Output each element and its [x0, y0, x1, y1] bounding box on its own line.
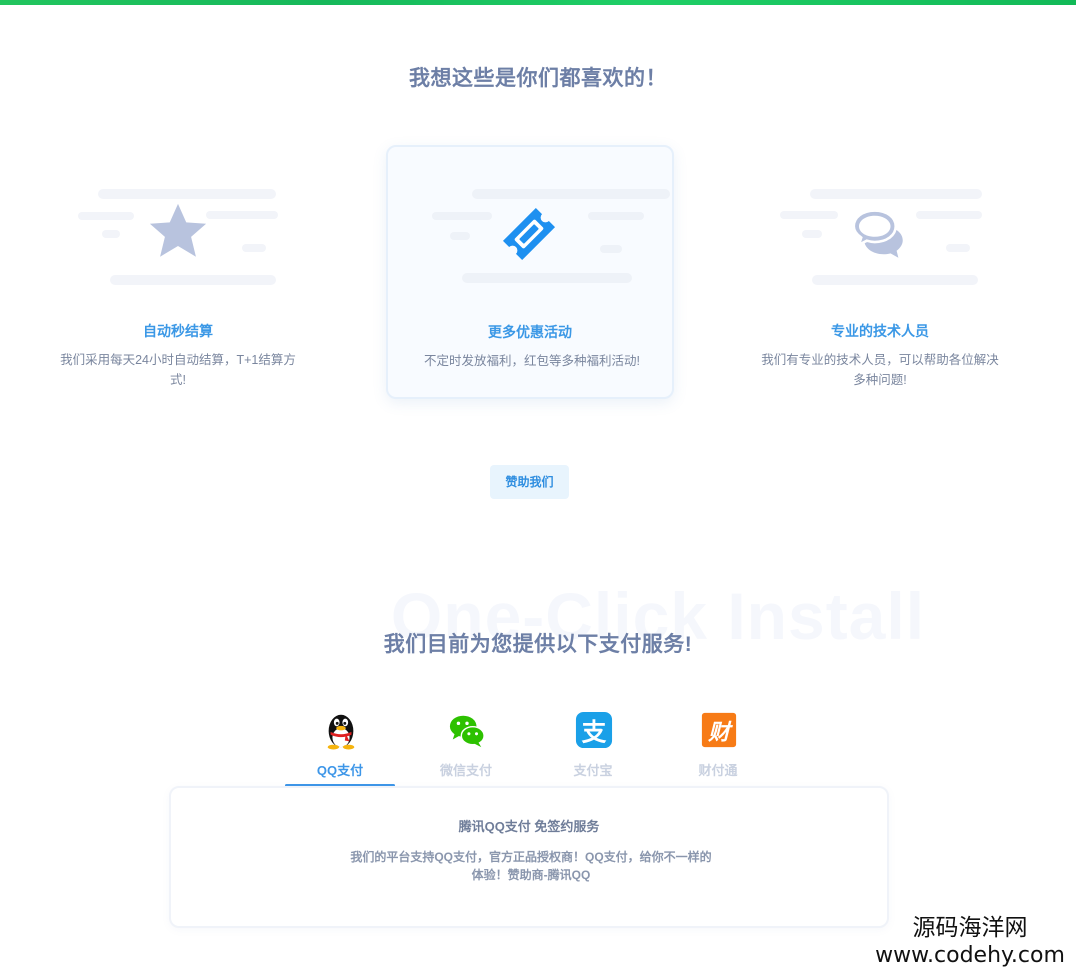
tab-tenpay[interactable]: 财 财付通: [663, 700, 773, 788]
site-watermark-url: www.codehy.com: [875, 943, 1065, 968]
sponsor-us-button[interactable]: 赞助我们: [490, 465, 569, 499]
tab-qq-pay[interactable]: QQ支付: [285, 700, 395, 788]
tab-wechat-pay[interactable]: 微信支付: [411, 700, 521, 788]
tab-label: QQ支付: [316, 763, 364, 778]
tab-label: 支付宝: [573, 763, 613, 778]
svg-text:支: 支: [582, 717, 607, 746]
feature-title: 专业的技术人员: [831, 323, 929, 339]
feature-card-auto-settle: 自动秒结算 我们采用每天24小时自动结算，T+1结算方式!: [34, 145, 322, 399]
feature-card-promotions: 更多优惠活动 不定时发放福利，红包等多种福利活动!: [386, 145, 674, 399]
alipay-icon: 支: [575, 711, 613, 749]
panel-description: 我们的平台支持QQ支付，官方正品授权商！QQ支付，给你不一样的体验！赞助商-腾讯…: [350, 850, 712, 882]
tab-label: 微信支付: [439, 763, 492, 778]
feature-title: 自动秒结算: [143, 323, 213, 339]
site-watermark: 源码海洋网 www.codehy.com: [870, 914, 1070, 970]
feature-card-tech-support: 专业的技术人员 我们有专业的技术人员，可以帮助各位解决多种问题!: [736, 145, 1024, 399]
feature-description: 我们有专业的技术人员，可以帮助各位解决多种问题!: [761, 353, 999, 387]
wechat-icon: [449, 715, 485, 748]
chat-bubbles-icon: [852, 209, 903, 258]
feature-description: 我们采用每天24小时自动结算，T+1结算方式!: [60, 353, 296, 387]
star-icon: [149, 203, 207, 257]
feature-description: 不定时发放福利，红包等多种福利活动!: [424, 354, 640, 368]
section-title-payment-services: 我们目前为您提供以下支付服务!: [383, 633, 693, 656]
tab-label: 财付通: [698, 763, 738, 778]
payment-tabs: QQ支付 微信支付 支 支付宝 财 财付通: [0, 700, 1076, 790]
svg-text:财: 财: [707, 721, 733, 746]
site-watermark-name: 源码海洋网: [912, 915, 1028, 941]
tenpay-icon: 财: [701, 712, 737, 748]
qq-penguin-icon: [327, 714, 355, 750]
panel-title: 腾讯QQ支付 免签约服务: [458, 819, 600, 834]
feature-title: 更多优惠活动: [488, 324, 572, 340]
payment-info-panel: 腾讯QQ支付 免签约服务 我们的平台支持QQ支付，官方正品授权商！QQ支付，给你…: [169, 786, 889, 928]
ticket-icon: [502, 207, 556, 261]
page: 我想这些是你们都喜欢的！ 自动秒结算 我们采用每天24小时自动结算，T+1结算方…: [0, 0, 1076, 972]
features-row: 自动秒结算 我们采用每天24小时自动结算，T+1结算方式! 更多优惠活动 不定时…: [0, 0, 1076, 420]
tab-alipay[interactable]: 支 支付宝: [538, 700, 648, 788]
